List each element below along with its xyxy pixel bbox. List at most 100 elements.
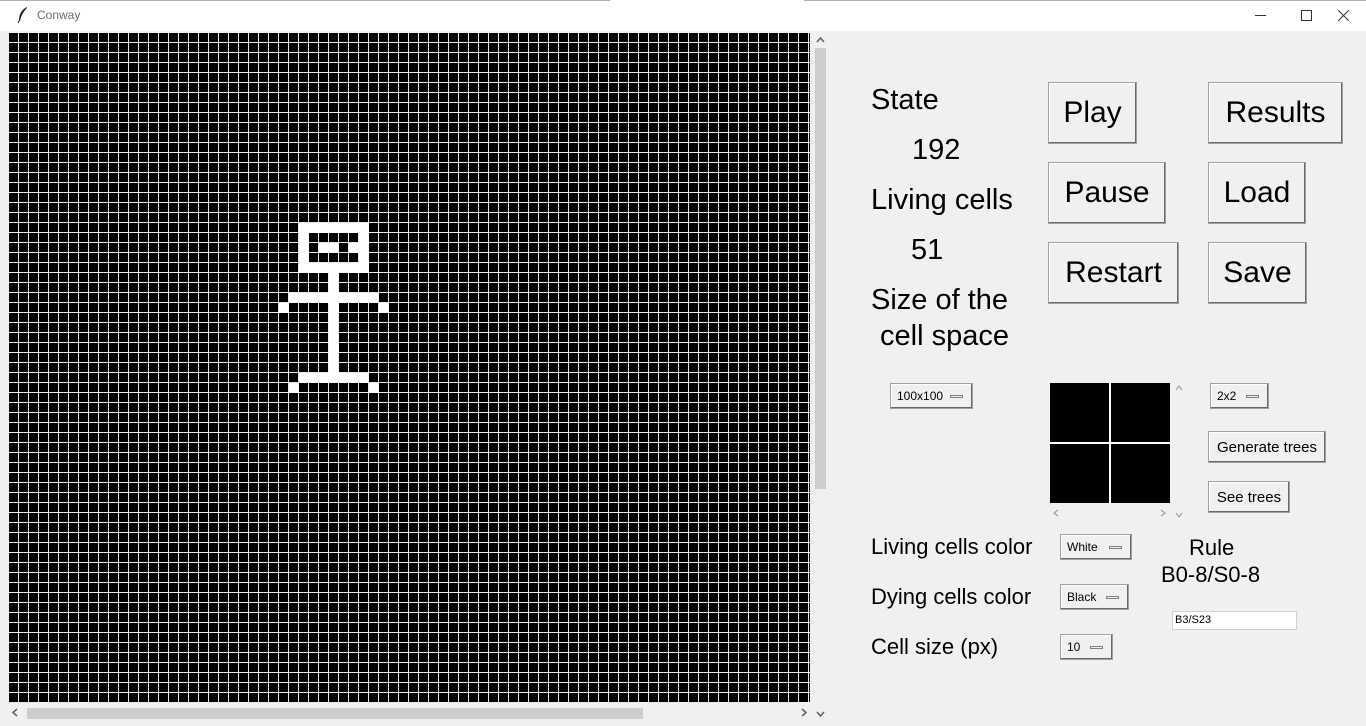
living-cell[interactable]	[349, 263, 359, 273]
cell-space-size-menu[interactable]: 100x100	[890, 383, 973, 409]
living-cell[interactable]	[289, 293, 299, 303]
living-cell[interactable]	[329, 293, 339, 303]
scroll-right-icon[interactable]	[801, 708, 808, 720]
living-cell[interactable]	[359, 243, 369, 253]
load-button[interactable]: Load	[1208, 162, 1306, 224]
living-cell[interactable]	[329, 373, 339, 383]
living-cell[interactable]	[329, 243, 339, 253]
rule-input[interactable]: B3/S23	[1172, 611, 1297, 630]
rule-title: Rule	[1189, 535, 1235, 560]
living-cell[interactable]	[369, 383, 379, 393]
preview-divider	[1050, 442, 1170, 444]
preview-scroll-up-icon[interactable]	[1175, 382, 1183, 394]
living-cell[interactable]	[379, 303, 389, 313]
living-cell[interactable]	[339, 293, 349, 303]
tree-preview-canvas[interactable]	[1050, 383, 1170, 503]
living-cell[interactable]	[299, 243, 309, 253]
play-button[interactable]: Play	[1048, 82, 1137, 144]
living-cells-value: 51	[911, 234, 944, 266]
living-cell[interactable]	[329, 353, 339, 363]
living-cell[interactable]	[359, 253, 369, 263]
title-bar: Conway	[0, 0, 1366, 31]
living-cell[interactable]	[299, 263, 309, 273]
living-cell[interactable]	[359, 373, 369, 383]
living-cells-color-menu[interactable]: White	[1060, 534, 1132, 560]
dying-cells-color-value: Black	[1067, 590, 1097, 604]
living-cell[interactable]	[279, 303, 289, 313]
living-cell[interactable]	[319, 243, 329, 253]
living-cell[interactable]	[339, 263, 349, 273]
living-cell[interactable]	[369, 293, 379, 303]
living-cell[interactable]	[359, 263, 369, 273]
living-cell[interactable]	[349, 223, 359, 233]
living-cell[interactable]	[309, 263, 319, 273]
rule-value: B0-8/S0-8	[1161, 562, 1261, 587]
title-bar-border	[0, 0, 610, 1]
scroll-up-icon[interactable]	[816, 36, 825, 46]
tree-size-value: 2x2	[1217, 389, 1237, 403]
living-cell[interactable]	[329, 263, 339, 273]
living-cell[interactable]	[329, 333, 339, 343]
living-cell[interactable]	[309, 293, 319, 303]
living-cell[interactable]	[349, 243, 359, 253]
scroll-left-icon[interactable]	[11, 708, 18, 720]
living-cell[interactable]	[319, 223, 329, 233]
living-cell[interactable]	[319, 263, 329, 273]
living-cell[interactable]	[329, 283, 339, 293]
horizontal-scrollbar[interactable]	[9, 704, 812, 722]
living-cell[interactable]	[309, 373, 319, 383]
living-cell[interactable]	[329, 223, 339, 233]
minimize-icon	[1254, 10, 1266, 21]
close-button[interactable]	[1320, 0, 1366, 31]
minimize-button[interactable]	[1237, 0, 1283, 31]
living-cell[interactable]	[349, 373, 359, 383]
vertical-scrollbar[interactable]	[812, 33, 829, 721]
living-cell[interactable]	[329, 323, 339, 333]
scroll-down-icon[interactable]	[816, 710, 825, 720]
living-cell[interactable]	[299, 233, 309, 243]
living-cell[interactable]	[359, 233, 369, 243]
cell-size-menu[interactable]: 10	[1060, 634, 1113, 660]
living-cell[interactable]	[329, 343, 339, 353]
living-cell[interactable]	[339, 223, 349, 233]
feather-icon	[15, 6, 31, 24]
living-cell[interactable]	[319, 293, 329, 303]
living-cell[interactable]	[329, 273, 339, 283]
living-cells-color-value: White	[1067, 540, 1098, 554]
close-icon	[1337, 10, 1349, 21]
living-cells-color-label: Living cells color	[871, 534, 1033, 559]
horizontal-scroll-thumb[interactable]	[27, 708, 643, 719]
menu-indicator-icon	[1090, 646, 1103, 649]
cell-grid-canvas[interactable]	[9, 33, 810, 703]
preview-scroll-right-icon[interactable]	[1160, 508, 1166, 520]
living-cell[interactable]	[339, 373, 349, 383]
preview-scroll-left-icon[interactable]	[1053, 508, 1059, 520]
living-cell[interactable]	[359, 223, 369, 233]
living-cells-pattern	[279, 223, 389, 393]
dying-cells-color-label: Dying cells color	[871, 584, 1032, 609]
state-value: 192	[912, 134, 961, 166]
restart-button[interactable]: Restart	[1048, 242, 1179, 304]
living-cell[interactable]	[319, 373, 329, 383]
dying-cells-color-menu[interactable]: Black	[1060, 584, 1129, 610]
living-cell[interactable]	[329, 303, 339, 313]
living-cell[interactable]	[299, 223, 309, 233]
generate-trees-button[interactable]: Generate trees	[1208, 431, 1326, 463]
tree-size-menu[interactable]: 2x2	[1210, 383, 1269, 409]
living-cell[interactable]	[299, 373, 309, 383]
vertical-scroll-thumb[interactable]	[815, 48, 826, 489]
living-cell[interactable]	[329, 363, 339, 373]
cell-space-size-label-line1: Size of the	[871, 284, 1009, 316]
preview-scroll-down-icon[interactable]	[1175, 509, 1183, 521]
see-trees-button[interactable]: See trees	[1208, 481, 1290, 513]
living-cell[interactable]	[359, 293, 369, 303]
living-cell[interactable]	[329, 313, 339, 323]
pause-button[interactable]: Pause	[1048, 162, 1166, 224]
living-cell[interactable]	[349, 293, 359, 303]
living-cell[interactable]	[299, 293, 309, 303]
save-button[interactable]: Save	[1208, 242, 1307, 304]
living-cell[interactable]	[289, 383, 299, 393]
results-button[interactable]: Results	[1208, 82, 1343, 144]
living-cell[interactable]	[309, 223, 319, 233]
living-cell[interactable]	[299, 253, 309, 263]
